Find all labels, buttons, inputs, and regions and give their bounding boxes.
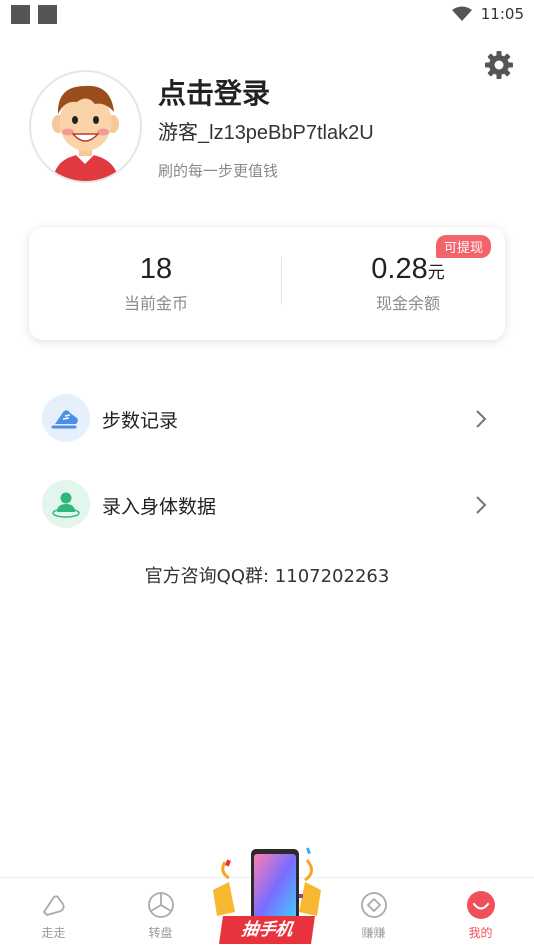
menu-item-body-data[interactable]: 录入身体数据: [42, 480, 492, 530]
chevron-right-icon: [476, 496, 487, 514]
divider: [281, 257, 282, 305]
avatar[interactable]: [29, 70, 142, 183]
smile-icon: [467, 891, 495, 919]
tab-label: 赚赚: [361, 926, 386, 940]
person-icon: [42, 480, 90, 528]
menu-item-label: 步数记录: [102, 410, 179, 432]
menu-item-step-records[interactable]: 步数记录: [42, 394, 492, 444]
slogan: 刷的每一步更值钱: [158, 162, 279, 180]
guest-name: 游客_lz13peBbP7tlak2U: [158, 122, 374, 144]
notification-icon: [11, 5, 30, 24]
status-bar: 11:05: [0, 0, 534, 30]
coins-label: 当前金币: [123, 294, 188, 313]
balance-card: 18 当前金币 0.28元 现金余额 可提现: [29, 227, 505, 340]
tab-mine[interactable]: 我的: [427, 878, 534, 949]
tab-wheel[interactable]: 转盘: [107, 878, 214, 949]
chevron-right-icon: [476, 410, 487, 428]
cash-value: 0.28: [371, 253, 428, 285]
wheel-icon: [148, 892, 174, 918]
status-time: 11:05: [480, 5, 524, 23]
tab-label: 转盘: [148, 926, 173, 940]
coin-icon: [361, 892, 387, 918]
shoe-outline-icon: [42, 895, 65, 917]
tab-label: 我的: [468, 926, 493, 940]
cash-stat[interactable]: 0.28元 现金余额: [289, 253, 527, 314]
coins-value: 18: [139, 253, 173, 285]
menu-item-label: 录入身体数据: [102, 496, 217, 518]
phone-prize-icon: [213, 847, 321, 927]
qq-group-info: 官方咨询QQ群: 1107202263: [144, 566, 390, 587]
cash-unit: 元: [427, 263, 445, 282]
lottery-phone-button[interactable]: 抽手机: [207, 842, 327, 949]
shoe-icon: [42, 394, 90, 442]
login-title[interactable]: 点击登录: [158, 72, 270, 112]
tab-earn[interactable]: 赚赚: [320, 878, 427, 949]
lottery-label: 抽手机: [219, 916, 315, 944]
notification-icon: [38, 5, 57, 24]
cash-label: 现金余额: [375, 294, 440, 313]
withdraw-badge[interactable]: 可提现: [435, 235, 491, 258]
tab-label: 走走: [41, 926, 66, 940]
tab-walk[interactable]: 走走: [0, 878, 107, 949]
gear-icon[interactable]: [484, 50, 514, 80]
avatar-image: [52, 85, 119, 181]
wifi-icon: [452, 6, 472, 21]
coins-stat[interactable]: 18 当前金币: [37, 253, 275, 314]
